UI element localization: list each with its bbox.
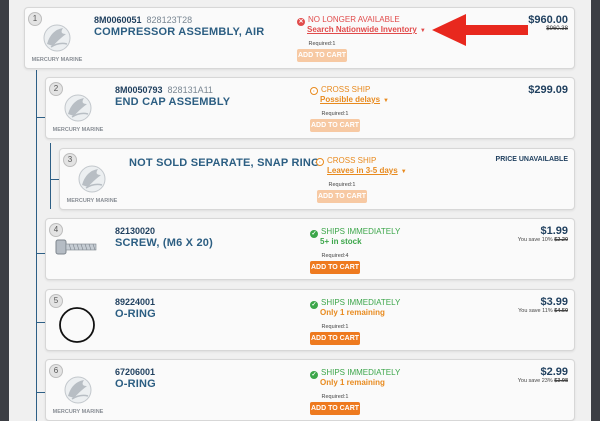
add-to-cart-button[interactable]: ADD TO CART	[310, 332, 360, 345]
savings-text: You save 11% $4.50	[518, 308, 568, 314]
leaves-in-days-dropdown[interactable]: Leaves in 3-5 days ▼	[327, 166, 407, 175]
part-title[interactable]: O-RING	[115, 378, 156, 390]
part-sku[interactable]: 8M0050793 828131A11	[115, 85, 213, 95]
original-price: $960.38	[546, 26, 568, 32]
stock-level: Only 1 remaining	[320, 308, 385, 317]
part-title[interactable]: NOT SOLD SEPARATE, SNAP RING	[129, 157, 320, 169]
chevron-down-icon: ▼	[383, 98, 389, 104]
availability-status: · CROSS SHIP	[310, 85, 370, 95]
part-sku[interactable]: 67206001	[115, 367, 155, 377]
add-to-cart-button[interactable]: ADD TO CART	[310, 402, 360, 415]
svg-text:MERCURY MARINE: MERCURY MARINE	[53, 409, 104, 415]
svg-text:MERCURY MARINE: MERCURY MARINE	[32, 57, 83, 63]
alt-part-number: 828123T28	[146, 15, 193, 25]
svg-text:MERCURY MARINE: MERCURY MARINE	[53, 127, 104, 133]
required-quantity: Required:1	[308, 41, 336, 47]
part-card-3: 3 MERCURY MARINE NOT SOLD SEPARATE, SNAP…	[59, 148, 575, 210]
part-sku[interactable]: 82130020	[115, 226, 155, 236]
part-price: $3.99	[540, 296, 568, 308]
part-price: $1.99	[540, 225, 568, 237]
search-nationwide-inventory-dropdown[interactable]: Search Nationwide Inventory ▼	[307, 25, 426, 34]
part-title[interactable]: COMPRESSOR ASSEMBLY, AIR	[94, 26, 264, 38]
check-icon: ✓	[310, 230, 318, 238]
tree-line-level2	[50, 143, 51, 209]
add-to-cart-button[interactable]: ADD TO CART	[310, 261, 360, 274]
part-title[interactable]: O-RING	[115, 308, 156, 320]
part-sku[interactable]: 89224001	[115, 297, 155, 307]
mercury-marine-logo: MERCURY MARINE	[50, 372, 106, 416]
part-title[interactable]: SCREW, (M6 X 20)	[115, 237, 213, 249]
part-sku[interactable]: 8M0060051 828123T28	[94, 15, 192, 25]
parts-list-panel: 1 MERCURY MARINE 8M0060051 828123T28 COMP…	[9, 0, 591, 421]
mercury-marine-logo: MERCURY MARINE	[29, 20, 85, 64]
clock-icon: ·	[316, 158, 324, 166]
mercury-marine-logo: MERCURY MARINE	[50, 90, 106, 134]
required-quantity: Required:1	[321, 394, 349, 400]
red-arrow-annotation	[432, 14, 528, 46]
check-icon: ✓	[310, 301, 318, 309]
screw-image	[52, 233, 108, 277]
savings-text: You save 10% $2.20	[517, 237, 568, 243]
part-card-5: 5 89224001 O-RING ✓ SHIPS IMMEDIATELY Onl…	[45, 289, 575, 351]
part-price: $299.09	[528, 84, 568, 96]
price-unavailable-label: PRICE UNAVAILABLE	[495, 156, 568, 163]
clock-icon: ·	[310, 87, 318, 95]
required-quantity: Required:1	[321, 111, 349, 117]
required-quantity: Required:4	[321, 253, 349, 259]
part-card-6: 6 MERCURY MARINE 67206001 O-RING ✓ SHIPS …	[45, 359, 575, 421]
part-price: $960.00	[528, 14, 568, 26]
savings-text: You save 23% $3.98	[517, 378, 568, 384]
possible-delays-dropdown[interactable]: Possible delays ▼	[320, 95, 389, 104]
x-icon: ✕	[297, 18, 305, 26]
part-card-2: 2 MERCURY MARINE 8M0050793 828131A11 END …	[45, 77, 575, 139]
part-price: $2.99	[540, 366, 568, 378]
stock-level: 5+ in stock	[320, 237, 362, 246]
tree-line-level1	[36, 70, 37, 421]
svg-text:MERCURY MARINE: MERCURY MARINE	[67, 198, 118, 204]
add-to-cart-button[interactable]: ADD TO CART	[310, 119, 360, 132]
part-card-4: 4 82130020 SCREW, (M6 X 20) ✓ SHIPS IMMED…	[45, 218, 575, 280]
stock-level: Only 1 remaining	[320, 378, 385, 387]
check-icon: ✓	[310, 371, 318, 379]
chevron-down-icon: ▼	[400, 169, 407, 175]
required-quantity: Required:1	[321, 324, 349, 330]
availability-status: · CROSS SHIP	[316, 156, 376, 166]
o-ring-image	[56, 302, 112, 346]
alt-part-number: 828131A11	[167, 85, 213, 95]
required-quantity: Required:1	[328, 182, 356, 188]
add-to-cart-button[interactable]: ADD TO CART	[297, 49, 347, 62]
chevron-down-icon: ▼	[419, 28, 426, 34]
part-title[interactable]: END CAP ASSEMBLY	[115, 96, 230, 108]
mercury-marine-logo: MERCURY MARINE	[64, 161, 120, 205]
add-to-cart-button[interactable]: ADD TO CART	[317, 190, 367, 203]
